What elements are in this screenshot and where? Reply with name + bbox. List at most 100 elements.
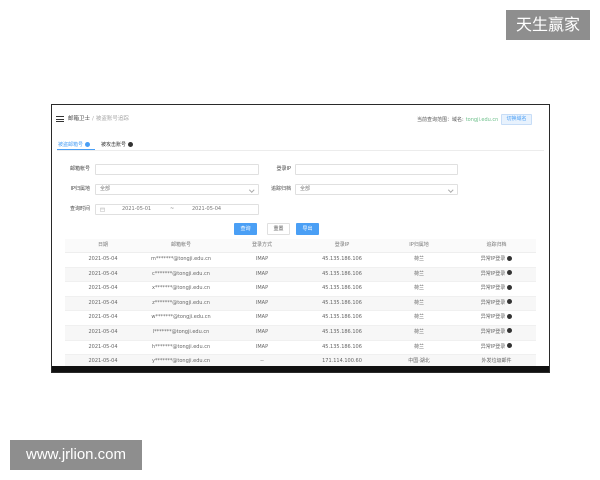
date-range-separator: ~ (170, 206, 175, 212)
cell-date: 2021-05-04 (65, 268, 141, 282)
question-icon[interactable] (507, 284, 513, 290)
archive-text: 异常IP登录 (480, 343, 506, 350)
cell-archive[interactable]: 异常IP登录 (457, 282, 536, 296)
cell-method: IMAP (221, 253, 303, 267)
frame-bottom-bar (52, 366, 549, 372)
table-body: 2021-05-04 m*******@tongji.edu.cn IMAP 45.1… (65, 253, 536, 370)
table-row: 2021-05-04 c*******@tongji.edu.cn IMAP 45.1… (65, 267, 536, 283)
cell-ip: 45.135.186.106 (303, 253, 381, 267)
cell-region: 荷兰 (381, 341, 457, 355)
region-text: 中国·湖北 (408, 358, 430, 365)
date-text: 2021-05-04 (88, 256, 118, 262)
reset-button[interactable]: 重置 (267, 223, 290, 235)
search-button[interactable]: 查询 (234, 223, 257, 235)
cell-date: 2021-05-04 (65, 341, 141, 355)
scope-domain: tongji.edu.cn (465, 117, 499, 123)
results-table: 日期 邮箱帐号 登录方式 登录IP IP归属地 追踪归档 2021-05-04 m… (65, 239, 536, 370)
region-select[interactable]: 全部 (95, 184, 259, 195)
cell-archive[interactable]: 异常IP登录 (457, 297, 536, 311)
cell-ip: 45.135.186.106 (303, 297, 381, 311)
end-date[interactable]: 2021-05-04 (192, 205, 221, 214)
method-text: IMAP (255, 270, 269, 277)
question-icon[interactable] (507, 328, 513, 334)
cell-email: c*******@tongji.edu.cn (141, 268, 221, 282)
cell-archive[interactable]: 异常IP登录 (457, 268, 536, 282)
column-header-archive: 追踪归档 (486, 242, 507, 248)
email-text: w*******@tongji.edu.cn (151, 314, 211, 321)
table-row: 2021-05-04 h*******@tongji.edu.cn IMAP 45.1… (65, 341, 536, 356)
cell-region: 荷兰 (381, 282, 457, 296)
question-icon[interactable] (507, 313, 513, 319)
date-text: 2021-05-04 (88, 328, 118, 335)
table-row: 2021-05-04 w*******@tongji.edu.cn IMAP 45.1… (65, 311, 536, 326)
tab-divider (57, 150, 544, 151)
archive-text: 异常IP登录 (480, 256, 506, 262)
breadcrumb: 邮箱卫士 / 被盗账号追踪 (68, 115, 129, 123)
table-row: 2021-05-04 z*******@tongji.edu.cn IMAP 45.1… (65, 296, 536, 312)
watermark-bottom-left: www.jrlion.com (10, 440, 142, 470)
question-icon[interactable] (507, 255, 513, 261)
chevron-down-icon (447, 186, 453, 192)
email-label: 邮箱帐号 (69, 166, 90, 172)
cell-archive[interactable]: 异常IP登录 (457, 253, 536, 267)
cell-date: 2021-05-04 (65, 282, 141, 296)
date-range-picker[interactable]: 2021-05-01 ~ 2021-05-04 (95, 204, 259, 215)
method-text: IMAP (255, 256, 269, 262)
cell-archive[interactable]: 异常IP登录 (457, 341, 536, 355)
cell-email: l*******@tongji.edu.cn (141, 326, 221, 340)
ip-text: 45.135.186.106 (322, 328, 362, 335)
date-text: 2021-05-04 (88, 285, 118, 292)
export-button[interactable]: 导出 (296, 223, 319, 235)
method-text: -- (260, 358, 264, 365)
method-text: IMAP (255, 314, 269, 321)
method-text: IMAP (255, 328, 269, 335)
email-text: x*******@tongji.edu.cn (151, 285, 211, 292)
ip-text: 45.135.186.106 (322, 256, 362, 262)
cell-email: z*******@tongji.edu.cn (141, 297, 221, 311)
email-text: l*******@tongji.edu.cn (152, 328, 210, 335)
ip-text: 45.135.186.106 (322, 270, 362, 277)
archive-select[interactable]: 全部 (295, 184, 458, 195)
question-icon[interactable] (507, 343, 513, 349)
archive-selected-value: 全部 (300, 186, 311, 192)
start-date[interactable]: 2021-05-01 (122, 205, 151, 214)
cell-method: IMAP (221, 326, 303, 340)
email-text: z*******@tongji.edu.cn (152, 299, 210, 306)
tab-stolen-accounts[interactable]: 被盗邮箱号 (58, 141, 91, 149)
tab-attacked-accounts[interactable]: 被攻击账号 (101, 141, 134, 149)
column-header-region: IP归属地 (409, 242, 429, 248)
column-header-date: 日期 (97, 242, 108, 248)
switch-domain-button[interactable]: 切换域名 (501, 114, 532, 125)
archive-text: 异常IP登录 (480, 299, 506, 306)
date-text: 2021-05-04 (88, 314, 118, 321)
archive-text: 异常IP登录 (480, 270, 506, 277)
cell-ip: 45.135.186.106 (303, 268, 381, 282)
region-text: 荷兰 (413, 256, 424, 262)
cell-archive[interactable]: 异常IP登录 (457, 311, 536, 325)
method-text: IMAP (255, 299, 269, 306)
scope-label: 当前查询范围：域名: (417, 117, 464, 123)
ip-text: 45.135.186.106 (322, 343, 362, 350)
info-icon[interactable] (85, 141, 91, 147)
archive-text: 异常IP登录 (480, 314, 506, 321)
region-text: 荷兰 (413, 314, 424, 321)
question-icon[interactable] (507, 270, 513, 276)
info-icon[interactable] (128, 141, 134, 147)
cell-method: IMAP (221, 311, 303, 325)
menu-icon[interactable] (56, 116, 64, 122)
cell-ip: 45.135.186.106 (303, 326, 381, 340)
query-scope: 当前查询范围：域名: tongji.edu.cn (417, 116, 498, 124)
table-row: 2021-05-04 l*******@tongji.edu.cn IMAP 45.1… (65, 325, 536, 341)
cell-method: IMAP (221, 268, 303, 282)
region-text: 荷兰 (413, 299, 424, 306)
date-text: 2021-05-04 (88, 270, 118, 277)
cell-region: 荷兰 (381, 311, 457, 325)
cell-archive[interactable]: 异常IP登录 (457, 326, 536, 340)
cell-email: w*******@tongji.edu.cn (141, 311, 221, 325)
region-text: 荷兰 (413, 328, 424, 335)
cell-method: IMAP (221, 282, 303, 296)
email-field[interactable] (95, 164, 259, 175)
column-header-ip: 登录IP (334, 242, 350, 248)
question-icon[interactable] (507, 299, 513, 305)
login-ip-field[interactable] (295, 164, 458, 175)
